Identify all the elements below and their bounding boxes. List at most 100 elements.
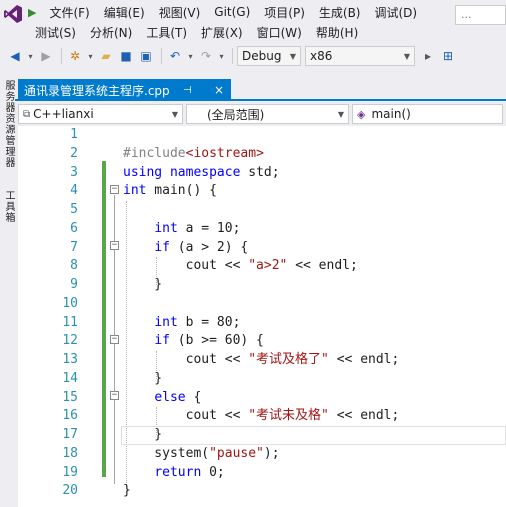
back-dropdown-icon[interactable]: ▾ [26,47,35,65]
scope-value: (全局范围) [207,107,265,122]
code-line[interactable]: 4 int main() { [18,182,506,201]
toolbar-options-icon[interactable]: ⊞ [439,47,457,65]
code-text[interactable]: } [123,482,131,501]
code-line[interactable]: 20} [18,482,506,501]
close-icon[interactable]: × [214,83,224,97]
code-line[interactable]: 14 } [18,370,506,389]
redo-icon[interactable]: ↷ [197,47,215,65]
code-text[interactable]: using namespace std; [123,164,280,183]
menu-help[interactable]: 帮助(H) [309,24,365,41]
menu-project[interactable]: 项目(P) [257,4,312,21]
line-number: 18 [62,445,78,461]
navigate-forward-icon[interactable]: ▶ [37,47,55,65]
code-line[interactable]: 1 [18,126,506,145]
save-icon[interactable]: ■ [117,47,135,65]
code-line[interactable]: 2 #include<iostream> [18,145,506,164]
code-text[interactable]: } [123,426,162,445]
code-line[interactable]: 15 else { [18,389,506,408]
menu-extensions[interactable]: 扩展(X) [194,24,250,41]
code-text[interactable]: } [123,370,162,389]
code-text[interactable]: cout << "考试未及格" << endl; [123,407,400,426]
code-line[interactable]: 5 [18,201,506,220]
code-line[interactable]: 10 [18,295,506,314]
undo-icon[interactable]: ↶ [166,47,184,65]
new-project-icon[interactable]: ✲ [66,47,84,65]
undo-dropdown-icon[interactable]: ▾ [186,47,195,65]
platform-dropdown[interactable]: x86 ▼ [305,46,415,66]
tab-title: 通讯录管理系统主程序.cpp [24,83,170,98]
platform-value: x86 [310,49,333,63]
navigate-back-icon[interactable]: ◀ [6,47,24,65]
code-text[interactable]: if (a > 2) { [123,239,248,258]
code-line[interactable]: 17 } [18,426,506,445]
code-text[interactable]: if (b >= 60) { [123,332,264,351]
menu-tools[interactable]: 工具(T) [139,24,194,41]
menu-test[interactable]: 测试(S) [28,24,83,41]
line-number: 7 [70,239,78,255]
configuration-value: Debug [242,49,282,63]
menu-window[interactable]: 窗口(W) [250,24,309,41]
menu-view[interactable]: 视图(V) [152,4,208,21]
redo-dropdown-icon[interactable]: ▾ [217,47,226,65]
toolbar-separator [61,48,62,64]
code-text[interactable]: #include<iostream> [123,145,264,164]
line-number: 13 [62,352,78,367]
code-text[interactable]: else { [123,389,201,408]
menu-bar-top: ▶ 文件(F) 编辑(E) 视图(V) Git(G) 项目(P) 生成(B) 调… [28,3,424,21]
code-text[interactable]: cout << "a>2" << endl; [123,257,358,276]
line-number: 10 [62,295,78,311]
line-number: 19 [62,464,78,480]
code-editor[interactable]: − − − − 1 2 #include<iostream> 3 using names… [18,126,506,507]
code-text[interactable]: return 0; [123,464,224,483]
open-folder-icon[interactable]: ▰ [97,47,115,65]
run-icon[interactable]: ▶ [28,6,36,19]
menu-build[interactable]: 生成(B) [312,4,368,21]
code-line[interactable]: 11 int b = 80; [18,314,506,333]
menu-file[interactable]: 文件(F) [42,4,96,21]
code-text[interactable]: int a = 10; [123,220,240,239]
project-dropdown[interactable]: ⧉ C++lianxi ▼ [18,104,183,124]
code-line[interactable]: 16 cout << "考试未及格" << endl; [18,407,506,426]
code-line[interactable]: 13 cout << "考试及格了" << endl; [18,351,506,370]
menu-edit[interactable]: 编辑(E) [97,4,152,21]
attach-process-icon[interactable]: ▸ [419,47,437,65]
code-line[interactable]: 8 cout << "a>2" << endl; [18,257,506,276]
code-text[interactable]: int main() { [123,182,217,201]
code-line[interactable]: 12 if (b >= 60) { [18,332,506,351]
pin-icon[interactable]: ⊣ [183,85,192,96]
code-line[interactable]: 18 system("pause"); [18,445,506,464]
server-explorer-tab[interactable]: 服务器资源管理器 [1,80,16,168]
scope-dropdown[interactable]: (全局范围) ▼ [186,104,349,124]
configuration-dropdown[interactable]: Debug ▼ [237,46,301,66]
toolbox-tab[interactable]: 工具箱 [1,190,16,223]
line-number: 14 [62,370,78,386]
code-line[interactable]: 3 using namespace std; [18,164,506,183]
new-dropdown-icon[interactable]: ▾ [86,47,95,65]
line-number: 6 [70,220,78,236]
member-dropdown[interactable]: ◈ main() [352,104,503,124]
document-tab-active[interactable]: 通讯录管理系统主程序.cpp ⊣ × [18,79,231,101]
code-text[interactable]: } [123,276,162,295]
code-text[interactable]: system("pause"); [123,445,279,464]
current-line-highlight [121,426,506,445]
code-line[interactable]: 7 if (a > 2) { [18,239,506,258]
editor-navigation-bar: ⧉ C++lianxi ▼ (全局范围) ▼ ◈ main() [18,104,506,124]
save-all-icon[interactable]: ▣ [137,47,155,65]
code-text[interactable]: cout << "考试及格了" << endl; [123,351,400,370]
menu-debug[interactable]: 调试(D) [368,4,425,21]
code-line[interactable]: 19 return 0; [18,464,506,483]
side-panel-strip: 服务器资源管理器 工具箱 [0,74,14,507]
line-number: 20 [62,483,78,499]
search-input[interactable]: ... [455,5,506,25]
code-line[interactable]: 9 } [18,276,506,295]
line-number: 17 [62,427,78,442]
menu-analyze[interactable]: 分析(N) [83,24,139,41]
menu-git[interactable]: Git(G) [207,5,257,19]
code-line[interactable]: 6 int a = 10; [18,220,506,239]
standard-toolbar: ◀ ▾ ▶ ✲ ▾ ▰ ■ ▣ ↶ ▾ ↷ ▾ Debug ▼ x86 ▼ ▸ … [0,43,506,69]
toolbar-separator [161,48,162,64]
code-text[interactable]: int b = 80; [123,314,240,333]
visual-studio-logo [4,5,22,23]
line-number: 1 [70,127,78,142]
member-value: main() [371,107,411,121]
